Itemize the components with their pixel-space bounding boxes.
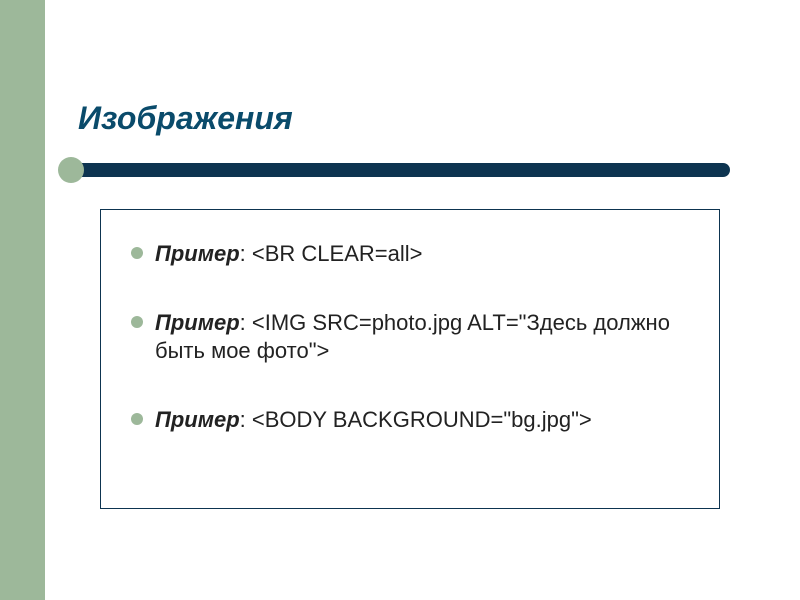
divider [70, 161, 800, 179]
item-text: : <BODY BACKGROUND="bg.jpg"> [240, 407, 592, 432]
content-box: Пример: <BR CLEAR=all> Пример: <IMG SRC=… [100, 209, 720, 509]
bullet-icon [131, 413, 143, 425]
divider-bar [70, 163, 730, 177]
slide-content: Изображения Пример: <BR CLEAR=all> Приме… [70, 0, 800, 509]
list-item: Пример: <IMG SRC=photo.jpg ALT="Здесь до… [131, 309, 689, 366]
item-label: Пример [155, 407, 240, 432]
left-accent-bar [0, 0, 45, 600]
bullet-icon [131, 316, 143, 328]
divider-circle [58, 157, 84, 183]
item-label: Пример [155, 310, 240, 335]
list-item: Пример: <BR CLEAR=all> [131, 240, 689, 269]
slide-title: Изображения [78, 100, 800, 137]
list-item: Пример: <BODY BACKGROUND="bg.jpg"> [131, 406, 689, 435]
bullet-icon [131, 247, 143, 259]
item-label: Пример [155, 241, 240, 266]
item-text: : <BR CLEAR=all> [240, 241, 423, 266]
